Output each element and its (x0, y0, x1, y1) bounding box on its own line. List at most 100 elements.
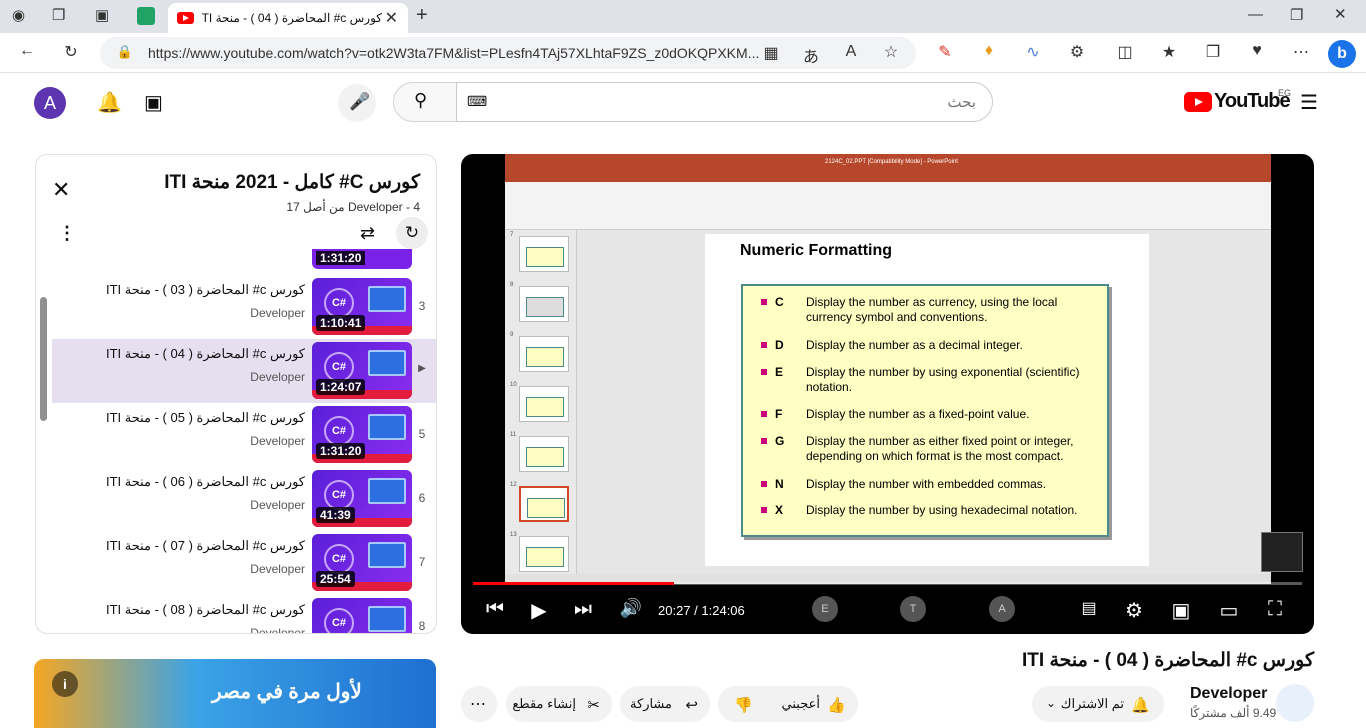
time-current: 20:27 (658, 603, 691, 618)
theater-mode-icon[interactable]: ▭ (1215, 598, 1243, 623)
video-title[interactable]: كورس c# المحاضرة ( 05 ) - منحة ITI (106, 410, 305, 426)
channel-name[interactable]: Developer (250, 498, 305, 512)
video-title[interactable]: كورس c# المحاضرة ( 07 ) - منحة ITI (106, 538, 305, 554)
back-icon[interactable]: ← (16, 42, 38, 60)
playlist-item[interactable]: C# كورس c# المحاضرة ( 08 ) - منحة ITI De… (52, 595, 436, 633)
ppt-ribbon-tabs (505, 172, 1271, 182)
playlist-item-active[interactable]: C# 1:24:07 كورس c# المحاضرة ( 04 ) - منحة… (52, 339, 436, 403)
apps-icon[interactable]: ▦ (760, 43, 782, 63)
keyboard-icon[interactable]: ⌨ (467, 93, 487, 110)
shuffle-icon[interactable]: ⇄ (360, 223, 375, 244)
search-input[interactable]: ⌨ بحث (456, 82, 993, 122)
video-player[interactable]: 2124C_02.PPT [Compatibility Mode] - Powe… (461, 154, 1314, 634)
video-thumbnail[interactable]: C# 1:31:20 (312, 406, 412, 463)
url-text[interactable]: https://www.youtube.com/watch?v=otk2W3ta… (148, 45, 759, 61)
sheets-tab-icon[interactable] (137, 7, 155, 25)
favorites-icon[interactable]: ★ (1158, 42, 1180, 62)
partial-thumbnail[interactable]: 1:31:20 (312, 249, 412, 269)
account-avatar[interactable]: A (34, 87, 66, 119)
video-title[interactable]: كورس c# المحاضرة ( 03 ) - منحة ITI (106, 282, 305, 298)
item-index: 6 (418, 491, 426, 505)
video-thumbnail[interactable]: C# 1:24:07 (312, 342, 412, 399)
close-tab-icon[interactable]: ✕ (385, 8, 398, 28)
voice-search-button[interactable]: 🎤 (338, 84, 376, 122)
volume-icon[interactable]: 🔊 (617, 598, 645, 619)
channel-name[interactable]: Developer (250, 306, 305, 320)
channel-name[interactable]: Developer (250, 370, 305, 384)
channel-name-main[interactable]: Developer (1190, 685, 1267, 703)
progress-bar[interactable] (473, 582, 1302, 585)
channel-name[interactable]: Developer (250, 434, 305, 448)
playlist-scrollbar[interactable] (40, 297, 47, 421)
like-icon[interactable]: 👍 (827, 696, 846, 714)
channel-avatar[interactable] (1276, 684, 1314, 722)
playlist-item[interactable]: C# 25:54 كورس c# المحاضرة ( 07 ) - منحة I… (52, 531, 436, 595)
dislike-icon[interactable]: 👎 (734, 696, 753, 714)
minimize-icon[interactable]: — (1248, 6, 1263, 23)
item-index: 7 (418, 555, 426, 569)
ad-banner[interactable]: i لأول مرة في مصر (34, 659, 436, 728)
miniplayer-icon[interactable]: ▣ (1167, 598, 1195, 623)
bing-copilot-icon[interactable]: b (1328, 40, 1356, 68)
collections-toolbar-icon[interactable]: ❐ (1202, 42, 1224, 62)
loop-icon[interactable]: ↻ (396, 217, 428, 249)
playlist-menu-icon[interactable]: ⋮ (58, 223, 76, 244)
previous-icon[interactable]: ⏮ (481, 598, 509, 621)
video-thumbnail[interactable]: C# 41:39 (312, 470, 412, 527)
color-extension-icon[interactable]: ♦ (978, 42, 1000, 60)
lock-icon[interactable]: 🔒 (114, 44, 136, 60)
collections-icon[interactable]: ❐ (52, 6, 65, 24)
translate-icon[interactable]: あ (800, 43, 822, 67)
browser-essentials-icon[interactable]: ♥ (1246, 42, 1268, 60)
playlist-item[interactable]: C# 1:31:20 كورس c# المحاضرة ( 05 ) - منحة… (52, 403, 436, 467)
notifications-bell-icon[interactable]: 🔔 (97, 90, 122, 115)
address-bar[interactable]: 🔒 https://www.youtube.com/watch?v=otk2W3… (100, 37, 916, 69)
video-title[interactable]: كورس c# المحاضرة ( 04 ) - منحة ITI (106, 346, 305, 362)
video-title[interactable]: كورس c# المحاضرة ( 06 ) - منحة ITI (106, 474, 305, 490)
settings-gear-icon[interactable]: ⚙ (1120, 598, 1148, 623)
restore-icon[interactable]: ❐ (1290, 6, 1303, 24)
video-thumbnail[interactable]: C# 1:10:41 (312, 278, 412, 335)
time-display: 20:27 / 1:24:06 (658, 603, 745, 618)
participant-avatar: A (989, 596, 1015, 622)
split-screen-icon[interactable]: ◫ (1114, 42, 1136, 62)
close-playlist-icon[interactable]: ✕ (52, 177, 70, 203)
ad-info-icon[interactable]: i (52, 671, 78, 697)
fullscreen-icon[interactable]: ⛶ (1261, 598, 1289, 621)
more-actions-button[interactable]: ⋯ (461, 686, 497, 722)
refresh-icon[interactable]: ↻ (60, 42, 82, 62)
profile-icon[interactable]: ◉ (12, 6, 25, 24)
subscribed-button[interactable]: 🔔 تم الاشتراك ⌄ (1032, 686, 1164, 722)
create-video-icon[interactable]: ▣ (144, 90, 163, 115)
tab-actions-icon[interactable]: ▣ (95, 6, 109, 24)
channel-name[interactable]: Developer (250, 626, 305, 633)
more-menu-icon[interactable]: ⋯ (1290, 42, 1312, 62)
youtube-logo-icon[interactable] (1184, 92, 1212, 112)
favorite-star-icon[interactable]: ☆ (880, 42, 902, 62)
guide-menu-icon[interactable]: ☰ (1300, 90, 1318, 115)
playlist-item[interactable]: C# 1:10:41 كورس c# المحاضرة ( 03 ) - منحة… (52, 275, 436, 339)
share-button[interactable]: ↩ مشاركة (620, 686, 710, 722)
video-title[interactable]: كورس c# المحاضرة ( 08 ) - منحة ITI (106, 602, 305, 618)
next-icon[interactable]: ⏭ (569, 598, 597, 621)
slide-thumb-selected (519, 486, 569, 522)
slide-heading: Numeric Formatting (740, 242, 893, 259)
chart-extension-icon[interactable]: ∿ (1022, 42, 1044, 62)
playlist-item[interactable]: C# 41:39 كورس c# المحاضرة ( 06 ) - منحة I… (52, 467, 436, 531)
video-thumbnail[interactable]: C# (312, 598, 412, 633)
read-aloud-icon[interactable]: A (840, 43, 862, 61)
clip-button[interactable]: ✂ إنشاء مقطع (506, 686, 612, 722)
new-tab-icon[interactable]: + (416, 4, 428, 27)
playlist-title[interactable]: كورس C# كامل - 2021 منحة ITI (164, 171, 420, 194)
partial-duration: 1:31:20 (316, 251, 366, 265)
like-label[interactable]: أعجبني (782, 696, 820, 712)
pen-extension-icon[interactable]: ✎ (934, 42, 956, 62)
extensions-icon[interactable]: ⚙ (1066, 42, 1088, 62)
play-pause-icon[interactable]: ▶ (525, 598, 553, 623)
search-button[interactable]: ⚲ (393, 82, 457, 122)
video-thumbnail[interactable]: C# 25:54 (312, 534, 412, 591)
subtitles-icon[interactable]: ▤ (1075, 598, 1103, 618)
active-browser-tab[interactable]: كورس c# المحاضرة ( 04 ) - منحة ITI ✕ (168, 3, 408, 33)
channel-name[interactable]: Developer (250, 562, 305, 576)
window-close-icon[interactable]: ✕ (1334, 5, 1347, 23)
